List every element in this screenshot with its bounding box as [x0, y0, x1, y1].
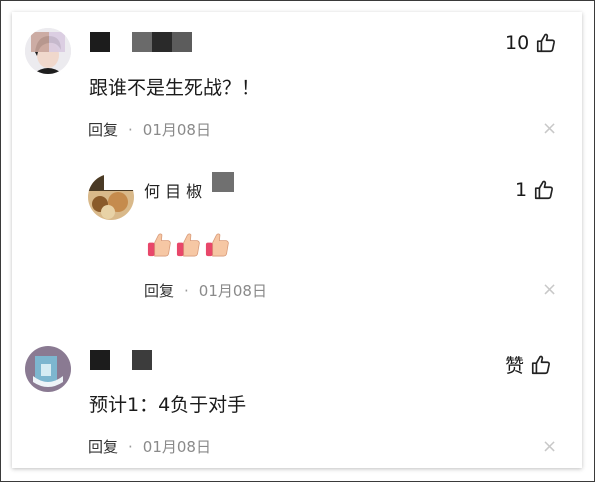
reply-comment: 何 目 椒 回复 · 01月08日 × 1	[12, 152, 582, 312]
separator-dot: ·	[128, 121, 133, 139]
like-count: 1	[515, 179, 528, 201]
username-partial[interactable]: 何 目 椒	[104, 172, 239, 201]
like-button[interactable]: 赞	[505, 351, 552, 378]
like-button[interactable]: 10	[505, 32, 557, 54]
comment-3: 预计1：4负于对手 回复 · 01月08日 × 赞	[12, 332, 582, 468]
thumbs-up-emoji-row	[146, 231, 231, 258]
like-label: 赞	[505, 355, 525, 377]
reply-button[interactable]: 回复	[144, 282, 174, 300]
like-thumb-icon	[537, 33, 556, 53]
close-icon[interactable]: ×	[542, 438, 557, 456]
comment-meta: 回复 · 01月08日	[88, 119, 211, 140]
comment-meta: 回复 · 01月08日	[88, 436, 211, 457]
separator-dot: ·	[184, 282, 189, 300]
close-icon[interactable]: ×	[542, 120, 557, 138]
reply-button[interactable]: 回复	[88, 438, 118, 456]
username-redacted[interactable]	[90, 350, 160, 370]
thumbs-up-emoji	[205, 233, 229, 257]
avatar[interactable]	[25, 28, 71, 74]
comment-text: 预计1：4负于对手	[89, 394, 247, 416]
thumbs-up-emoji	[176, 233, 200, 257]
like-thumb-icon	[535, 180, 554, 200]
comment-text: 跟谁不是生死战？！	[89, 77, 261, 99]
comment-date: 01月08日	[198, 282, 267, 300]
username-redacted[interactable]	[90, 32, 200, 52]
thumbs-up-emoji	[147, 233, 171, 257]
close-icon[interactable]: ×	[542, 281, 557, 299]
comment-meta: 回复 · 01月08日	[144, 280, 267, 301]
comment-panel: 跟谁不是生死战？！ 回复 · 01月08日 × 10 何 目 椒 回复 · 01…	[12, 12, 582, 468]
like-count: 10	[505, 32, 530, 54]
separator-dot: ·	[128, 438, 133, 456]
comment-date: 01月08日	[142, 438, 211, 456]
avatar[interactable]	[25, 346, 71, 392]
comment-1: 跟谁不是生死战？！ 回复 · 01月08日 × 10	[12, 12, 582, 152]
comment-date: 01月08日	[142, 121, 211, 139]
like-thumb-icon	[531, 355, 550, 374]
reply-button[interactable]: 回复	[88, 121, 118, 139]
like-button[interactable]: 1	[515, 179, 555, 201]
username-text: 何 目 椒	[144, 182, 203, 201]
